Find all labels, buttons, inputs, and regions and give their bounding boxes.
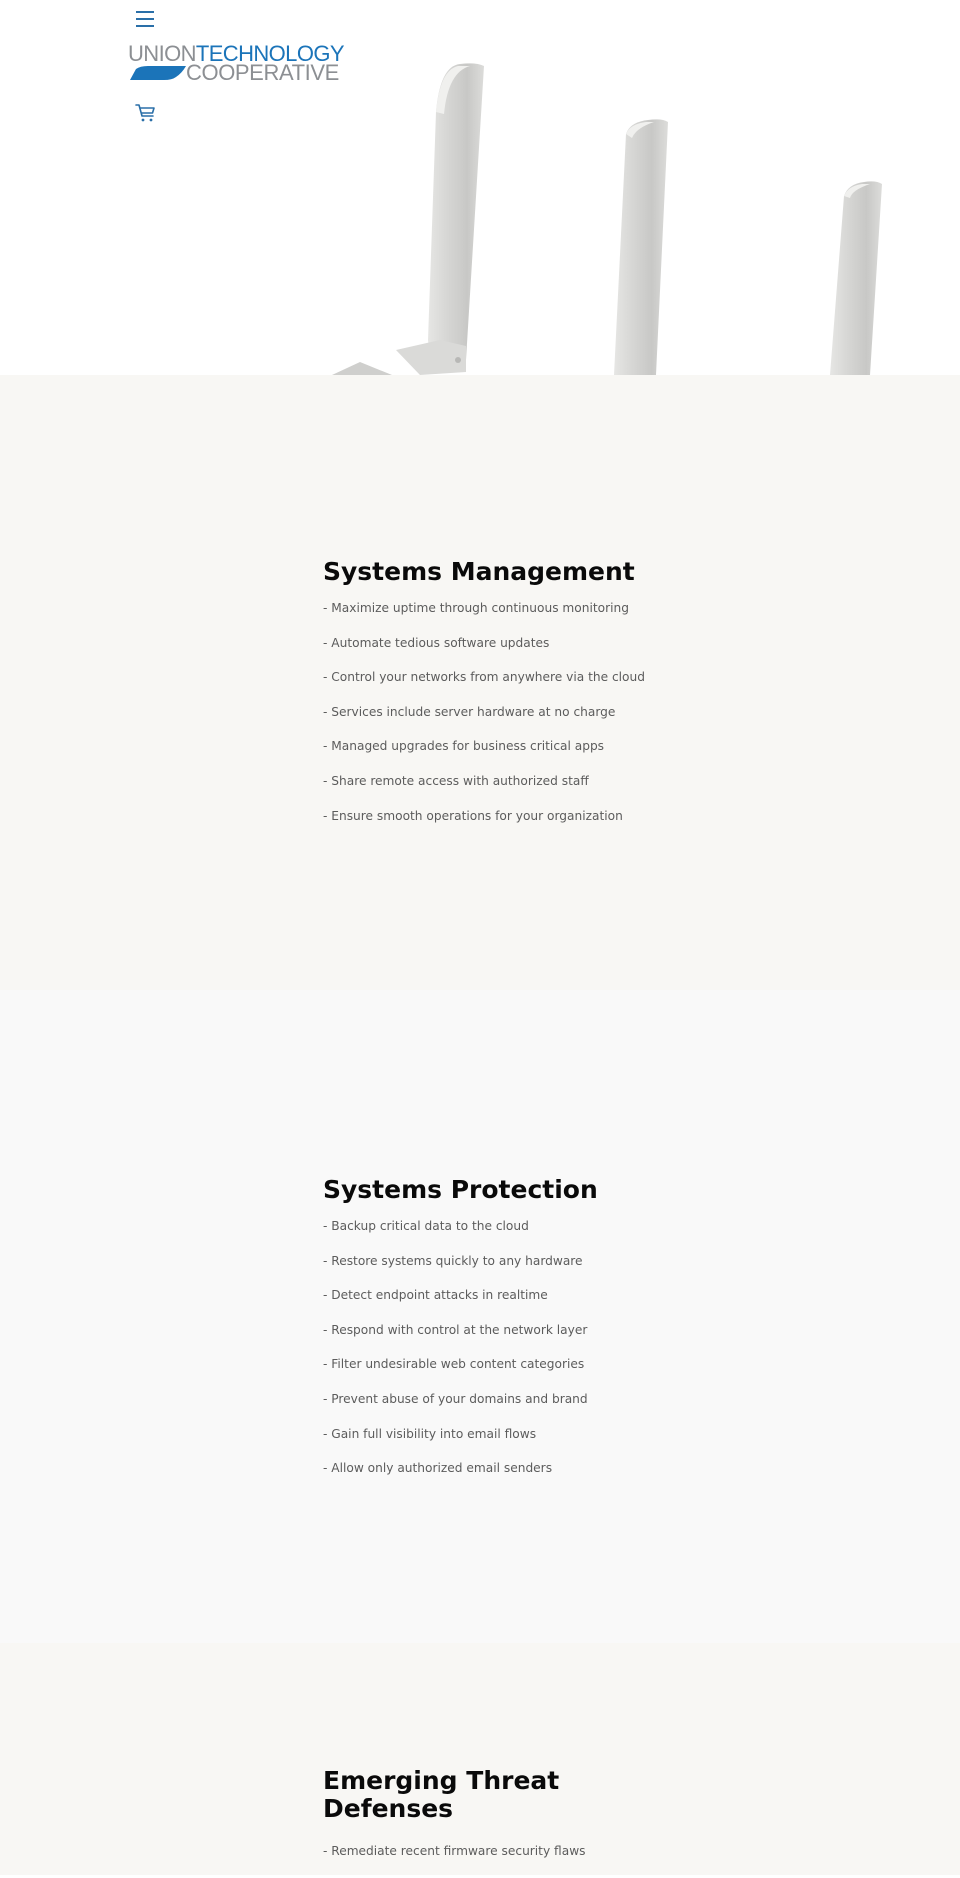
list-item: - Automate tedious software updates: [323, 635, 550, 650]
section-systems-protection: Systems Protection - Backup critical dat…: [0, 990, 960, 1643]
feature-list: - Backup critical data to the cloud - Re…: [323, 1218, 653, 1476]
antenna-3: [830, 181, 882, 375]
list-item: - Remediate recent firmware security fla…: [323, 1844, 586, 1858]
list-item: - Services include server hardware at no…: [323, 704, 616, 719]
list-item: - Prevent abuse of your domains and bran…: [323, 1391, 588, 1406]
section-title: Systems Management: [323, 557, 635, 586]
antenna-2: [614, 119, 668, 375]
feature-list: - Remediate recent firmware security fla…: [323, 1843, 653, 1859]
section-systems-management: Systems Management - Maximize uptime thr…: [0, 375, 960, 990]
list-item: - Backup critical data to the cloud: [323, 1219, 529, 1233]
cart-glyph: [135, 104, 155, 122]
list-item: - Allow only authorized email senders: [323, 1461, 553, 1476]
section-content: Systems Protection - Backup critical dat…: [323, 1176, 653, 1495]
list-item: - Managed upgrades for business critical…: [323, 739, 605, 754]
logo-word-cooperative: COOPERATIVE: [186, 60, 339, 85]
list-item: - Ensure smooth operations for your orga…: [323, 808, 623, 823]
section-emerging-threat-defenses: Emerging Threat Defenses - Remediate rec…: [0, 1643, 960, 1875]
list-item: - Filter undesirable web content categor…: [323, 1357, 585, 1372]
feature-list: - Maximize uptime through continuous mon…: [323, 600, 653, 824]
section-title: Emerging Threat Defenses: [323, 1766, 560, 1823]
list-item: - Detect endpoint attacks in realtime: [323, 1288, 548, 1303]
section-content: Systems Management - Maximize uptime thr…: [323, 558, 653, 842]
list-item: - Restore systems quickly to any hardwar…: [323, 1253, 583, 1268]
logo-swoosh-icon: [130, 66, 186, 80]
site-logo[interactable]: UNIONTECHNOLOGY COOPERATIVE: [128, 43, 345, 84]
list-item: - Respond with control at the network la…: [323, 1322, 588, 1337]
section-content: Emerging Threat Defenses - Remediate rec…: [323, 1767, 653, 1878]
list-item: - Share remote access with authorized st…: [323, 773, 589, 788]
section-title: Systems Protection: [323, 1175, 598, 1204]
antenna-1: [332, 63, 484, 375]
list-item: - Gain full visibility into email flows: [323, 1426, 537, 1441]
list-item: - Maximize uptime through continuous mon…: [323, 601, 629, 615]
shopping-cart-icon[interactable]: [135, 102, 157, 124]
hamburger-menu-icon[interactable]: [134, 8, 158, 28]
list-item: - Control your networks from anywhere vi…: [323, 670, 645, 685]
hero-banner: UNIONTECHNOLOGY COOPERATIVE: [0, 0, 960, 375]
